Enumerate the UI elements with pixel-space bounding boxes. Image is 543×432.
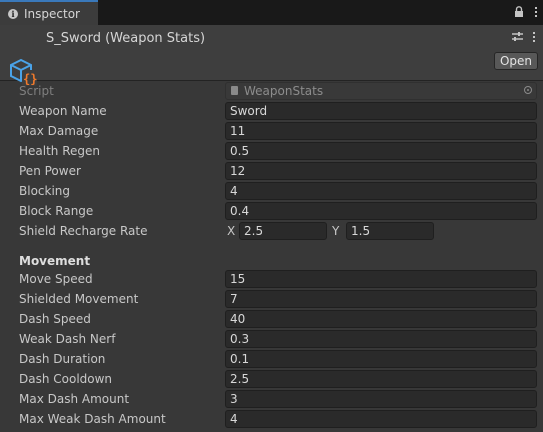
dash-speed-input[interactable]: 40 [225, 310, 537, 328]
open-button[interactable]: Open [494, 52, 538, 70]
script-label: Script [19, 84, 54, 98]
header-menu-icon[interactable] [532, 31, 535, 42]
y-label: Y [332, 224, 340, 238]
field-label: Health Regen [19, 144, 101, 158]
info-icon: i [8, 8, 18, 19]
health-regen-input[interactable]: 0.5 [225, 142, 537, 160]
field-label: Blocking [19, 184, 71, 198]
field-label: Max Dash Amount [19, 392, 130, 406]
field-label: Move Speed [19, 272, 93, 286]
script-file-icon [231, 86, 238, 95]
field-row-shield-recharge-rate: Shield Recharge Rate X 2.5 Y 1.5 [0, 221, 543, 241]
move-speed-input[interactable]: 15 [225, 270, 537, 288]
field-label: Weapon Name [19, 104, 107, 118]
weak-dash-nerf-input[interactable]: 0.3 [225, 330, 537, 348]
field-label: Dash Cooldown [19, 372, 113, 386]
field-label: Dash Duration [19, 352, 106, 366]
section-heading: Movement [19, 254, 91, 268]
field-row-max-dash-amount: Max Dash Amount 3 [0, 389, 543, 409]
field-row-blocking: Blocking 4 [0, 181, 543, 201]
section-header-movement: Movement [0, 251, 543, 271]
field-row-block-range: Block Range 0.4 [0, 201, 543, 221]
x-label: X [227, 224, 236, 238]
dash-duration-input[interactable]: 0.1 [225, 350, 537, 368]
script-field[interactable]: WeaponStats [225, 82, 537, 100]
pen-power-input[interactable]: 12 [225, 162, 537, 180]
shield-recharge-x-input[interactable]: 2.5 [239, 222, 327, 240]
shield-recharge-y-input[interactable]: 1.5 [346, 222, 434, 240]
max-weak-dash-amount-input[interactable]: 4 [225, 410, 537, 428]
dash-cooldown-input[interactable]: 2.5 [225, 370, 537, 388]
field-row-dash-speed: Dash Speed 40 [0, 309, 543, 329]
header-tools [512, 31, 535, 42]
weapon-name-input[interactable]: Sword [225, 102, 537, 120]
preset-sliders-icon[interactable] [512, 31, 523, 42]
field-label: Max Weak Dash Amount [19, 412, 166, 426]
field-row-dash-duration: Dash Duration 0.1 [0, 349, 543, 369]
field-label: Dash Speed [19, 312, 91, 326]
field-row-move-speed: Move Speed 15 [0, 269, 543, 289]
block-range-input[interactable]: 0.4 [225, 202, 537, 220]
object-picker-icon[interactable] [524, 86, 532, 94]
script-row: Script WeaponStats [0, 81, 543, 101]
field-label: Pen Power [19, 164, 81, 178]
blocking-input[interactable]: 4 [225, 182, 537, 200]
field-row-health-regen: Health Regen 0.5 [0, 141, 543, 161]
field-row-pen-power: Pen Power 12 [0, 161, 543, 181]
field-row-max-damage: Max Damage 11 [0, 121, 543, 141]
inspector-header: {} S_Sword (Weapon Stats) Open [0, 25, 543, 86]
field-row-dash-cooldown: Dash Cooldown 2.5 [0, 369, 543, 389]
tab-bar: i Inspector [0, 0, 543, 25]
max-dash-amount-input[interactable]: 3 [225, 390, 537, 408]
field-label: Block Range [19, 204, 94, 218]
script-value: WeaponStats [244, 84, 324, 98]
field-row-max-weak-dash-amount: Max Weak Dash Amount 4 [0, 409, 543, 429]
field-label: Weak Dash Nerf [19, 332, 116, 346]
tab-inspector[interactable]: i Inspector [0, 0, 98, 25]
lock-icon[interactable] [514, 6, 524, 17]
field-row-weak-dash-nerf: Weak Dash Nerf 0.3 [0, 329, 543, 349]
tab-tools [514, 6, 537, 17]
max-damage-input[interactable]: 11 [225, 122, 537, 140]
field-row-weapon-name: Weapon Name Sword [0, 101, 543, 121]
page-title: S_Sword (Weapon Stats) [46, 31, 206, 46]
field-label: Shield Recharge Rate [19, 224, 148, 238]
field-row-shielded-movement: Shielded Movement 7 [0, 289, 543, 309]
tab-menu-icon[interactable] [534, 6, 537, 17]
field-label: Shielded Movement [19, 292, 139, 306]
tab-label: Inspector [24, 6, 80, 21]
shielded-movement-input[interactable]: 7 [225, 290, 537, 308]
field-label: Max Damage [19, 124, 99, 138]
